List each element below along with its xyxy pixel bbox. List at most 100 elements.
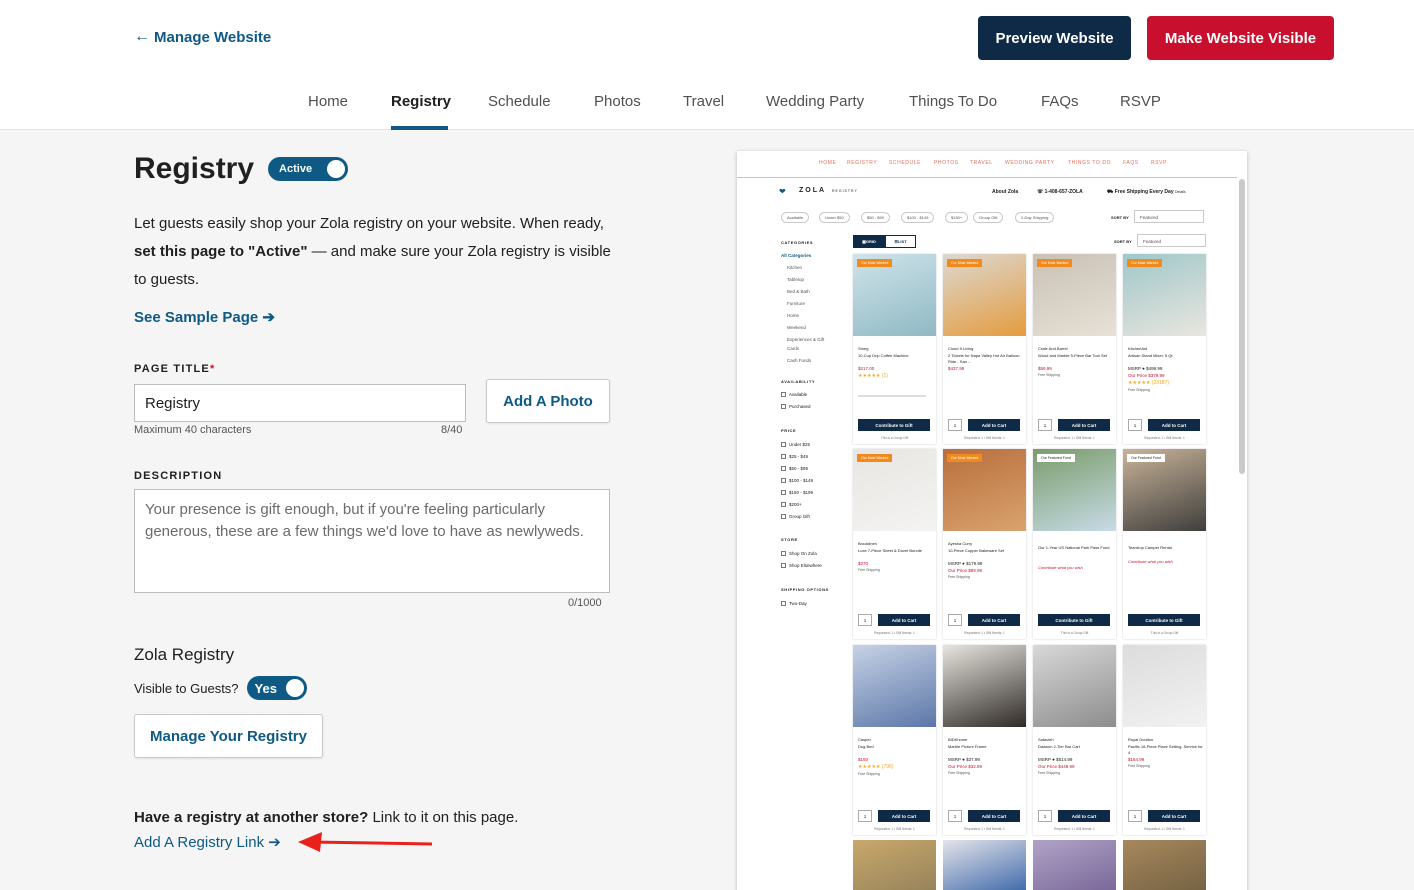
toggle-knob (285, 679, 304, 697)
product-name: Artisan Stand Mixer, 5 Qt (1128, 353, 1173, 358)
product-image (943, 645, 1026, 727)
product-brand: Crate And Barrel (1038, 346, 1068, 351)
product-badge: Our Most Wanted (1127, 259, 1163, 267)
product-badge: Our Most Wanted (857, 259, 893, 267)
quantity-input: 1 (858, 810, 872, 822)
max-chars-hint: Maximum 40 characters (134, 424, 252, 436)
preview-nav: HOME REGISTRY SCHEDULE PHOTOS TRAVEL WED… (737, 151, 1237, 178)
quantity-input: 1 (1038, 419, 1052, 431)
checkbox (781, 442, 786, 447)
shipping-heading: SHIPPING OPTIONS (781, 587, 829, 592)
category-all: All Categories (781, 253, 812, 258)
checkbox (781, 392, 786, 397)
website-preview[interactable]: HOME REGISTRY SCHEDULE PHOTOS TRAVEL WED… (737, 151, 1247, 890)
preview-nav-wedding-party: WEDDING PARTY (1005, 160, 1055, 166)
nav-faqs[interactable]: FAQs (1041, 93, 1079, 110)
add-photo-button[interactable]: Add A Photo (486, 379, 610, 423)
product-our-price: Our Price $449.99 (1038, 764, 1075, 769)
requested-note: Requested: 1 • Still Needs: 1 (1054, 827, 1095, 831)
make-website-visible-button[interactable]: Make Website Visible (1147, 16, 1334, 60)
manage-website-link[interactable]: ← Manage Website (134, 28, 271, 46)
requested-note: Requested: 1 • Still Needs: 1 (1144, 827, 1185, 831)
page-title-label-text: PAGE TITLE (134, 363, 210, 375)
product-price: $270 (858, 561, 869, 566)
sort-select: Featured (1137, 234, 1206, 247)
product-image (853, 840, 936, 890)
product-badge: Our Featured Fund (1037, 454, 1075, 462)
nav-things-to-do[interactable]: Things To Do (909, 93, 997, 110)
product-price: $217.00 (858, 366, 875, 371)
filter-chip: 2-Day Shipping (1015, 212, 1055, 223)
product-card: Our Most Wanted Cloud 9 Living 2 Tickets f… (943, 254, 1026, 444)
preview-nav-rsvp: RSVP (1151, 160, 1168, 166)
preview-nav-registry: REGISTRY (847, 160, 878, 166)
progress-bar (858, 395, 926, 397)
description-char-count: 0/1000 (568, 597, 602, 609)
add-registry-link-label: Add A Registry Link (134, 834, 265, 851)
zola-logo: ZOLA (799, 187, 827, 194)
product-image (943, 840, 1026, 890)
add-to-cart-button: Add to Cart (968, 419, 1020, 431)
zola-logo-sub: REGISTRY (832, 189, 858, 193)
active-toggle[interactable]: Active (268, 157, 349, 181)
requested-note: Requested: 1 • Still Needs: 1 (964, 827, 1005, 831)
see-sample-page-link[interactable]: See Sample Page ➔ (134, 308, 275, 326)
product-our-price: Our Price $32.99 (948, 764, 983, 769)
nav-wedding-party[interactable]: Wedding Party (766, 93, 864, 110)
product-brand: Cloud 9 Living (948, 346, 974, 351)
price-option: $25 - $49 (789, 454, 809, 459)
nav-home[interactable]: Home (308, 93, 348, 110)
quantity-input: 1 (948, 810, 962, 822)
visible-to-guests-row: Visible to Guests? Yes (134, 676, 307, 700)
checkbox (781, 478, 786, 483)
preview-website-button[interactable]: Preview Website (978, 16, 1131, 60)
sample-link-label: See Sample Page (134, 309, 259, 326)
annotation-arrow-icon (298, 832, 433, 852)
product-image (1033, 840, 1116, 890)
categories-heading: CATEGORIES (781, 240, 814, 245)
preview-scrollbar[interactable] (1239, 179, 1245, 474)
nav-photos[interactable]: Photos (594, 93, 641, 110)
price-option: $100 - $149 (789, 478, 814, 483)
requested-note: Requested: 1 • Still Needs: 1 (1144, 436, 1185, 440)
product-msrp: MSRP ● $499.99 (1128, 366, 1163, 371)
description-textarea[interactable]: Your presence is gift enough, but if you… (134, 489, 610, 593)
intro-text: Let guests easily shop your Zola registr… (134, 210, 614, 294)
free-shipping-note: Free Shipping (1128, 388, 1150, 392)
group-gift-note: This is a Group Gift (1150, 631, 1179, 635)
price-option: $200+ (789, 502, 802, 507)
product-name: 10-Piece Copper Bakeware Set (948, 548, 1005, 553)
shipping-details-link: Details (1175, 190, 1186, 194)
product-our-price: Our Price $379.99 (1128, 373, 1165, 378)
product-card: Our Most Wanted Smeg 10-Cup Drip Coffee Ma… (853, 254, 936, 444)
product-rating: ★★★★★ (23187) (1128, 380, 1170, 386)
product-card: Casper Dog Bed $150 ★★★★★ (796) Free Shippin… (853, 645, 936, 835)
visible-toggle[interactable]: Yes (246, 676, 307, 700)
preview-nav-home: HOME (819, 160, 837, 166)
list-label: LIST (897, 239, 907, 244)
about-zola-link: About Zola (992, 189, 1019, 195)
price-option: $50 - $99 (789, 466, 809, 471)
checkbox (781, 514, 786, 519)
quantity-input: 1 (858, 614, 872, 626)
nav-schedule[interactable]: Schedule (488, 93, 551, 110)
site-nav: Home Registry Schedule Photos Travel Wed… (0, 93, 1414, 130)
page-title-input[interactable]: Registry (134, 384, 466, 422)
nav-travel[interactable]: Travel (683, 93, 724, 110)
manage-registry-button[interactable]: Manage Your Registry (134, 714, 323, 758)
nav-rsvp[interactable]: RSVP (1120, 93, 1161, 110)
filter-chip: $150+ (945, 212, 969, 223)
add-registry-link[interactable]: Add A Registry Link ➔ (134, 833, 281, 851)
grid-label: GRID (865, 239, 876, 244)
availability-option: Purchased (789, 404, 811, 409)
toggle-knob (327, 160, 346, 178)
product-price: $150 (858, 757, 869, 762)
store-option: Shop On Zola (789, 551, 817, 556)
nav-registry[interactable]: Registry (391, 93, 451, 110)
product-image (1123, 645, 1206, 727)
product-msrp: MSRP ● $179.99 (948, 561, 983, 566)
product-card: Our Most Wanted Crate And Barrel Wood and … (1033, 254, 1116, 444)
add-to-cart-button: Add to Cart (1058, 810, 1110, 822)
preview-nav-travel: TRAVEL (970, 160, 993, 166)
checkbox (781, 601, 786, 606)
